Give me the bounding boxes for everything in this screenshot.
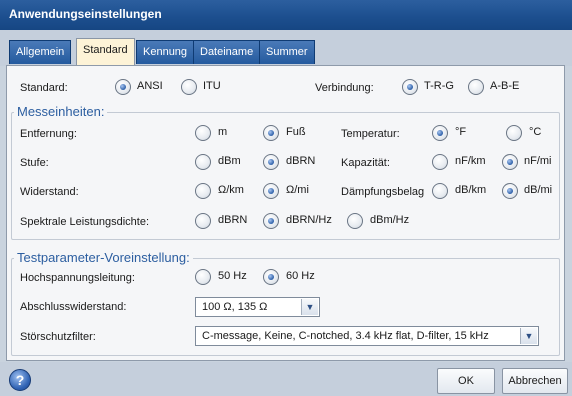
standard-ansi-radio[interactable] — [115, 79, 131, 95]
psd-dbmhz-radio[interactable] — [347, 213, 363, 229]
psd-dbmhz-label: dBm/Hz — [370, 214, 410, 226]
resistance-ohmmi-label: Ω/mi — [286, 184, 309, 196]
power-line-60hz-label: 60 Hz — [286, 270, 315, 282]
distance-label: Entfernung: — [20, 128, 77, 140]
attenuation-dbkm-label: dB/km — [455, 184, 487, 196]
tab-summer[interactable]: Summer — [259, 40, 315, 64]
chevron-down-icon[interactable]: ▼ — [520, 328, 537, 344]
psd-dbrn-radio[interactable] — [195, 213, 211, 229]
attenuation-label: Dämpfungsbelag — [341, 186, 425, 198]
tab-allgemein[interactable]: Allgemein — [9, 40, 72, 64]
connection-abe-label: A-B-E — [490, 80, 520, 92]
psd-dbrnhz-label: dBRN/Hz — [286, 214, 332, 226]
attenuation-dbmi-radio[interactable] — [502, 183, 518, 199]
power-line-50hz-radio[interactable] — [195, 269, 211, 285]
tab-kennung[interactable]: Kennung — [136, 40, 195, 64]
noise-filter-label: Störschutzfilter: — [20, 331, 96, 343]
standard-itu-label: ITU — [203, 80, 221, 92]
distance-m-label: m — [218, 126, 228, 138]
resistance-ohmkm-radio[interactable] — [195, 183, 211, 199]
attenuation-dbkm-radio[interactable] — [432, 183, 448, 199]
termination-select[interactable]: 100 Ω, 135 Ω ▼ — [195, 297, 320, 317]
power-line-50hz-label: 50 Hz — [218, 270, 247, 282]
standard-ansi-label: ANSI — [137, 80, 163, 92]
termination-value: 100 Ω, 135 Ω — [202, 301, 268, 313]
settings-panel: Standard: ANSI ITU Verbindung: T-R-G A-B… — [6, 65, 565, 361]
test-params-group-title: Testparameter-Voreinstellung: — [14, 250, 193, 265]
standard-label: Standard: — [20, 82, 68, 94]
capacitance-nfmi-radio[interactable] — [502, 154, 518, 170]
capacitance-nfkm-radio[interactable] — [432, 154, 448, 170]
level-dbrn-radio[interactable] — [263, 154, 279, 170]
help-icon[interactable]: ? — [9, 369, 31, 391]
ok-button[interactable]: OK — [437, 368, 495, 394]
resistance-ohmmi-radio[interactable] — [263, 183, 279, 199]
power-line-60hz-radio[interactable] — [263, 269, 279, 285]
psd-dbrnhz-radio[interactable] — [263, 213, 279, 229]
distance-ft-radio[interactable] — [263, 125, 279, 141]
noise-filter-value: C-message, Keine, C-notched, 3.4 kHz fla… — [202, 330, 489, 342]
distance-ft-label: Fuß — [286, 126, 306, 138]
units-group-title: Messeinheiten: — [14, 104, 108, 119]
psd-label: Spektrale Leistungsdichte: — [20, 216, 150, 228]
tab-dateiname[interactable]: Dateiname — [193, 40, 261, 64]
connection-label: Verbindung: — [315, 82, 374, 94]
capacitance-nfmi-label: nF/mi — [524, 155, 552, 167]
temperature-f-label: °F — [455, 126, 467, 138]
level-dbrn-label: dBRN — [286, 155, 316, 167]
temperature-c-label: °C — [529, 126, 542, 138]
temperature-f-radio[interactable] — [432, 125, 448, 141]
temperature-label: Temperatur: — [341, 128, 400, 140]
tab-standard[interactable]: Standard — [76, 38, 135, 66]
power-line-label: Hochspannungsleitung: — [20, 272, 135, 284]
level-dbm-radio[interactable] — [195, 154, 211, 170]
button-bar: ? OK Abbrechen — [0, 362, 572, 396]
distance-m-radio[interactable] — [195, 125, 211, 141]
resistance-ohmkm-label: Ω/km — [218, 184, 244, 196]
resistance-label: Widerstand: — [20, 186, 79, 198]
capacitance-nfkm-label: nF/km — [455, 155, 486, 167]
connection-trg-radio[interactable] — [402, 79, 418, 95]
temperature-c-radio[interactable] — [506, 125, 522, 141]
connection-abe-radio[interactable] — [468, 79, 484, 95]
level-label: Stufe: — [20, 157, 49, 169]
level-dbm-label: dBm — [218, 155, 241, 167]
standard-itu-radio[interactable] — [181, 79, 197, 95]
capacitance-label: Kapazität: — [341, 157, 390, 169]
noise-filter-select[interactable]: C-message, Keine, C-notched, 3.4 kHz fla… — [195, 326, 539, 346]
cancel-button[interactable]: Abbrechen — [502, 368, 568, 394]
window-title: Anwendungseinstellungen — [0, 0, 572, 30]
attenuation-dbmi-label: dB/mi — [524, 184, 553, 196]
psd-dbrn-label: dBRN — [218, 214, 248, 226]
chevron-down-icon[interactable]: ▼ — [301, 299, 318, 315]
connection-trg-label: T-R-G — [424, 80, 454, 92]
tab-strip: Allgemein Standard Kennung Dateiname Sum… — [0, 30, 572, 66]
termination-label: Abschlusswiderstand: — [20, 301, 127, 313]
